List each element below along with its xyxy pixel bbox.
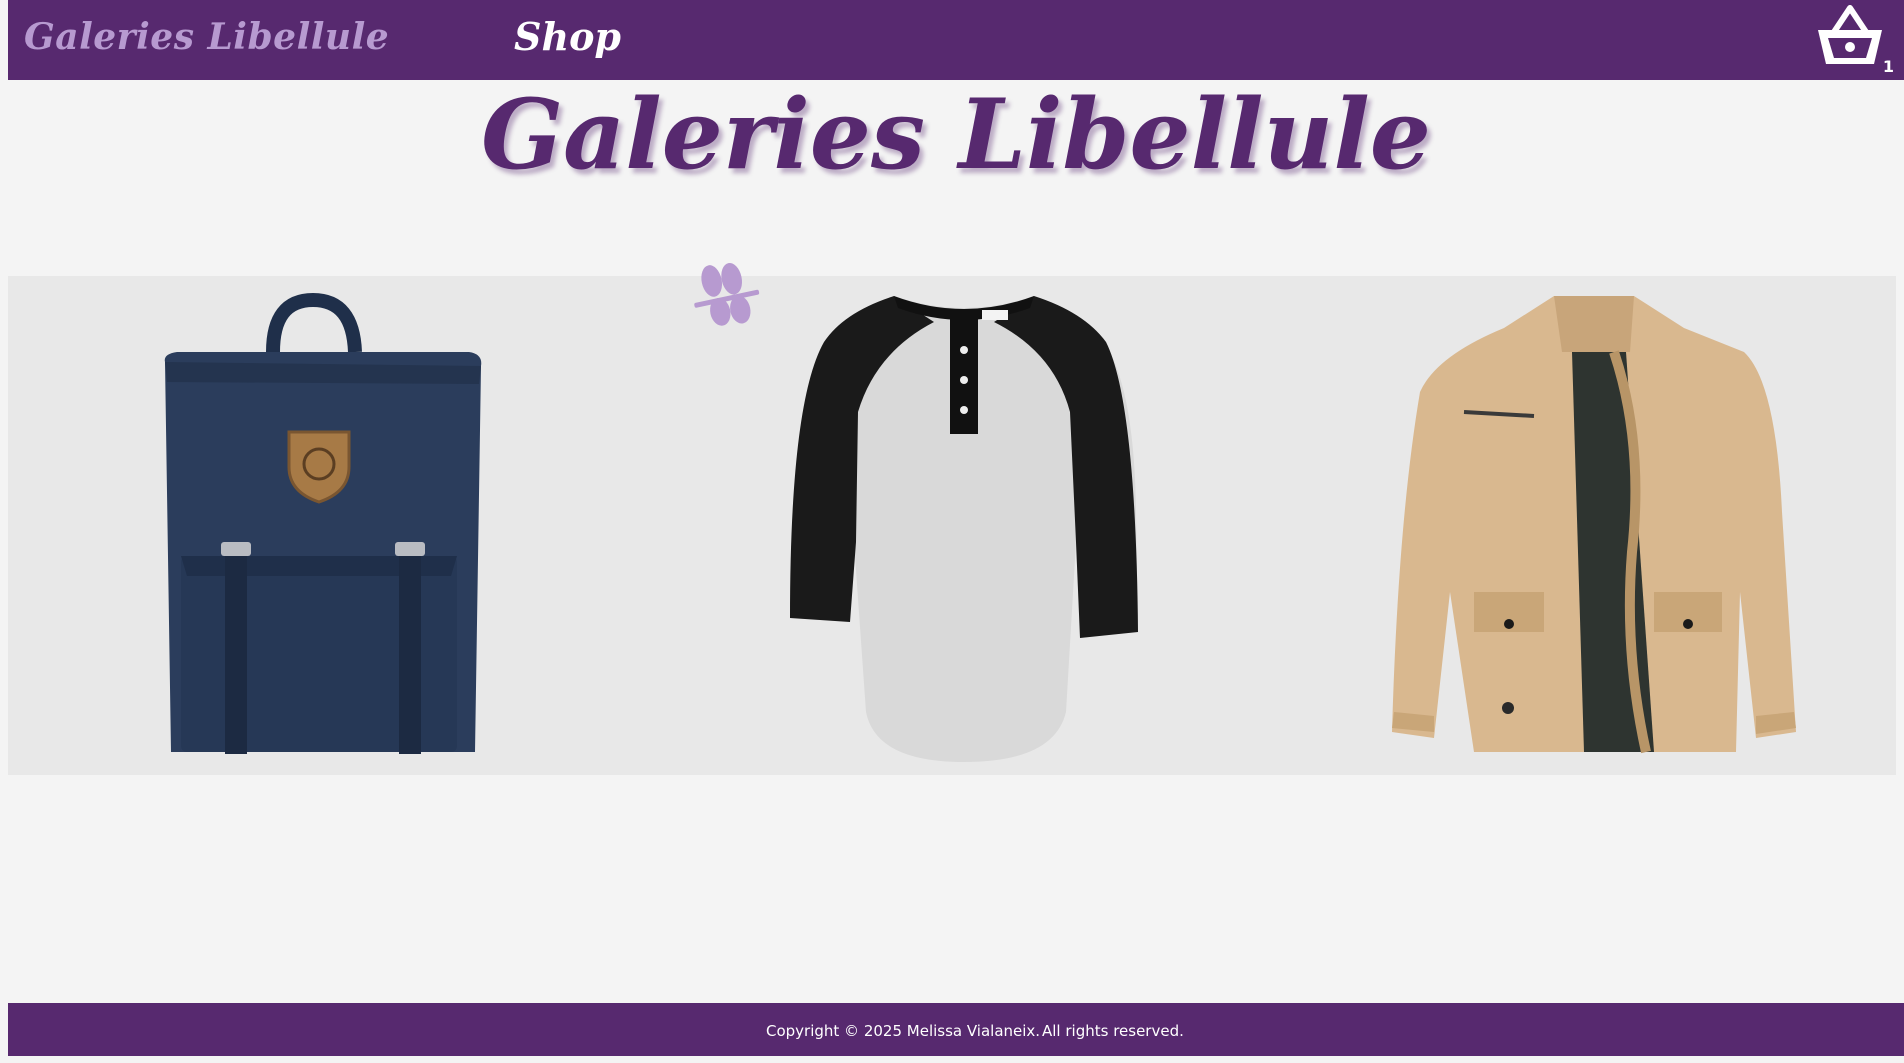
brand-logo-link[interactable]: Galeries Libellule <box>24 16 389 58</box>
product-gallery <box>8 276 1896 775</box>
product-card-jacket[interactable] <box>1264 276 1896 775</box>
footer: Copyright © 2025 Melissa Vialaneix. All … <box>8 1003 1904 1056</box>
cart-button[interactable]: 1 <box>1814 2 1894 76</box>
basket-icon <box>1818 5 1882 64</box>
cart-count-badge: 1 <box>1882 57 1894 76</box>
khaki-jacket-image <box>1392 296 1796 754</box>
raglan-henley-shirt-image <box>790 296 1138 762</box>
product-card-henley-shirt[interactable] <box>636 276 1264 775</box>
nav-shop-link[interactable]: Shop <box>514 14 621 59</box>
footer-copyright: Copyright © 2025 Melissa Vialaneix. <box>766 1022 1041 1040</box>
top-navbar: Galeries Libellule Shop 1 <box>8 0 1904 80</box>
backpack-image <box>164 292 482 754</box>
footer-rights: All rights reserved. <box>1042 1022 1184 1040</box>
page: Galeries Libellule Shop 1 Galeries Libel… <box>8 0 1904 1063</box>
dragonfly-icon <box>694 262 760 326</box>
product-card-backpack[interactable] <box>8 276 636 775</box>
hero-title: Galeries Libellule <box>481 78 1431 191</box>
